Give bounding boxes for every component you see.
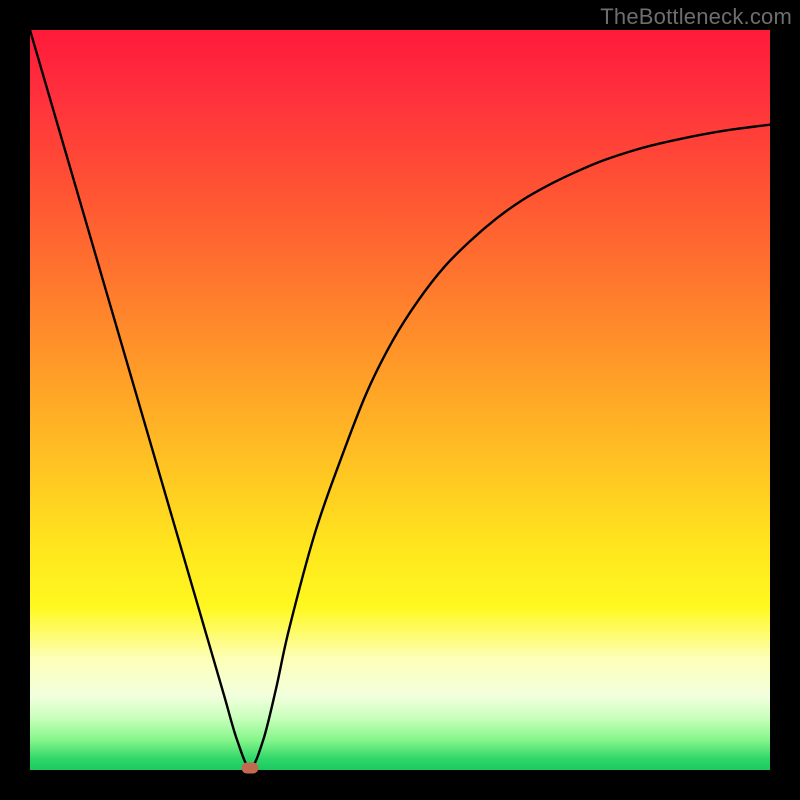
minimum-marker: [242, 762, 259, 773]
plot-area: [30, 30, 770, 770]
watermark-text: TheBottleneck.com: [600, 4, 792, 30]
bottleneck-curve: [30, 30, 770, 770]
chart-frame: TheBottleneck.com: [0, 0, 800, 800]
